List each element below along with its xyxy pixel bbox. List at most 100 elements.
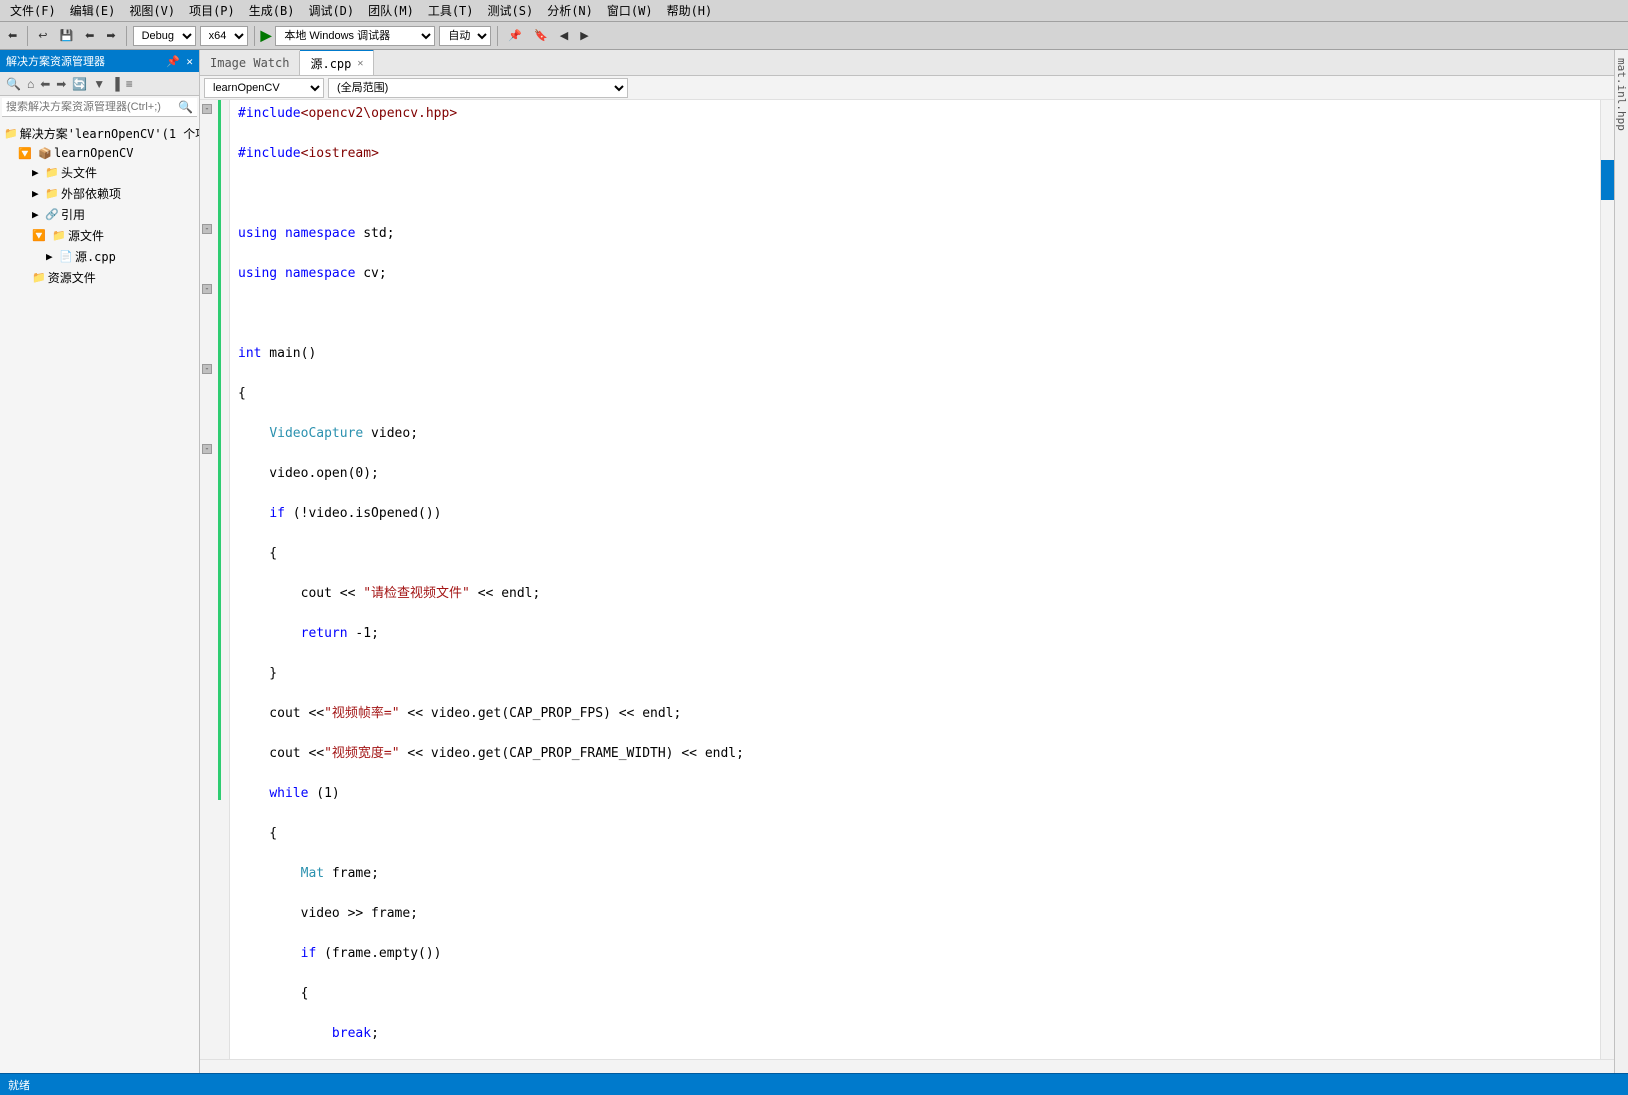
toolbar-sep-1	[27, 26, 28, 46]
run-target-dropdown[interactable]: 本地 Windows 调试器	[275, 26, 435, 46]
menu-debug[interactable]: 调试(D)	[302, 0, 360, 21]
menu-tools[interactable]: 工具(T)	[422, 0, 480, 21]
tab-close-icon[interactable]: ✕	[357, 58, 363, 69]
right-tab-area: mat.inl.hpp	[1614, 50, 1628, 1073]
main-layout: 解决方案资源管理器 📌 ✕ 🔍 ⌂ ⬅ ➡ 🔄 ▼ ▐ ≡ 🔍 📁 解决方案'l…	[0, 50, 1628, 1073]
change-indicator	[218, 100, 221, 800]
fold-4[interactable]: -	[202, 364, 212, 374]
external-deps-label: 外部依赖项	[61, 185, 121, 202]
run-button[interactable]: ▶	[261, 27, 272, 44]
source-folder-icon: 🔽 📁	[32, 229, 66, 242]
toolbar-forward[interactable]: ➡	[102, 27, 119, 44]
solution-panel: 解决方案资源管理器 📌 ✕ 🔍 ⌂ ⬅ ➡ 🔄 ▼ ▐ ≡ 🔍 📁 解决方案'l…	[0, 50, 200, 1073]
main-toolbar: ⬅ ↩ 💾 ⬅ ➡ Debug x64 ▶ 本地 Windows 调试器 自动 …	[0, 22, 1628, 50]
toolbar-btn-extra3[interactable]: ◀	[556, 27, 572, 44]
debug-mode-dropdown[interactable]: Debug	[133, 26, 196, 46]
panel-title: 解决方案资源管理器	[6, 53, 105, 69]
search-icon: 🔍	[178, 100, 193, 114]
auto-dropdown[interactable]: 自动	[439, 26, 491, 46]
tab-source-cpp-label: 源.cpp	[310, 55, 351, 72]
toolbar-btn-extra1[interactable]: 📌	[504, 27, 526, 44]
vertical-scrollbar[interactable]	[1600, 100, 1614, 1059]
fold-2[interactable]: -	[202, 224, 212, 234]
panel-tool-home[interactable]: ⌂	[25, 75, 36, 93]
res-folder-icon: 📁	[32, 271, 46, 284]
panel-tool-forward[interactable]: ➡	[54, 75, 68, 93]
toolbar-btn-extra2[interactable]: 🔖	[530, 27, 552, 44]
project-icon: 🔽 📦	[18, 147, 52, 160]
status-text: 就绪	[8, 1077, 30, 1093]
horizontal-scrollbar[interactable]	[200, 1059, 1614, 1073]
status-bar: 就绪	[0, 1073, 1628, 1095]
mat-inl-tab[interactable]: mat.inl.hpp	[1615, 58, 1628, 131]
menu-file[interactable]: 文件(F)	[4, 0, 62, 21]
toolbar-undo[interactable]: ↩	[34, 27, 51, 44]
menu-build[interactable]: 生成(B)	[243, 0, 301, 21]
tab-image-watch-label: Image Watch	[210, 56, 289, 70]
code-container: - - - - - #include<opencv2\opencv.hpp> #…	[200, 100, 1614, 1059]
menu-help[interactable]: 帮助(H)	[661, 0, 719, 21]
external-deps-node[interactable]: ▶ 📁 外部依赖项	[0, 183, 199, 204]
search-input[interactable]	[6, 101, 178, 113]
references-label: 引用	[61, 206, 85, 223]
scrollbar-thumb[interactable]	[1601, 160, 1614, 200]
tab-image-watch[interactable]: Image Watch	[200, 51, 300, 75]
toolbar-sep-2	[126, 26, 127, 46]
source-files-label: 源文件	[68, 227, 104, 244]
fold-1[interactable]: -	[202, 104, 212, 114]
resource-files-node[interactable]: 📁 资源文件	[0, 267, 199, 288]
panel-tool-search[interactable]: 🔍	[4, 75, 23, 93]
menu-team[interactable]: 团队(M)	[362, 0, 420, 21]
panel-tool-sync[interactable]: 🔄	[70, 75, 89, 93]
editor-toolbar: learnOpenCV (全局范围)	[200, 76, 1614, 100]
panel-header: 解决方案资源管理器 📌 ✕	[0, 50, 199, 72]
toolbar-sep-4	[497, 26, 498, 46]
code-editor[interactable]: #include<opencv2\opencv.hpp> #include<io…	[230, 100, 1600, 1059]
search-bar: 🔍	[2, 98, 197, 117]
scope-dropdown[interactable]: (全局范围)	[328, 78, 628, 98]
solution-label: 解决方案'learnOpenCV'(1 个项目)	[20, 125, 199, 142]
cpp-icon: ▶ 📄	[46, 250, 73, 263]
folder-icon: ▶ 📁	[32, 166, 59, 179]
menu-analyze[interactable]: 分析(N)	[541, 0, 599, 21]
toolbar-sep-3	[254, 26, 255, 46]
file-dropdown[interactable]: learnOpenCV	[204, 78, 324, 98]
references-node[interactable]: ▶ 🔗 引用	[0, 204, 199, 225]
folder-icon2: ▶ 📁	[32, 187, 59, 200]
project-node[interactable]: 🔽 📦 learnOpenCV	[0, 144, 199, 162]
panel-toolbar: 🔍 ⌂ ⬅ ➡ 🔄 ▼ ▐ ≡	[0, 72, 199, 96]
toolbar-btn-1[interactable]: ⬅	[4, 27, 21, 44]
panel-tool-menu[interactable]: ≡	[124, 75, 135, 93]
header-files-node[interactable]: ▶ 📁 头文件	[0, 162, 199, 183]
panel-pin-icon[interactable]: 📌 ✕	[166, 55, 193, 68]
solution-root[interactable]: 📁 解决方案'learnOpenCV'(1 个项目)	[0, 123, 199, 144]
project-name: learnOpenCV	[54, 146, 133, 160]
menu-test[interactable]: 测试(S)	[482, 0, 540, 21]
source-files-node[interactable]: 🔽 📁 源文件	[0, 225, 199, 246]
ref-icon: ▶ 🔗	[32, 208, 59, 221]
fold-5[interactable]: -	[202, 444, 212, 454]
resource-files-label: 资源文件	[48, 269, 96, 286]
source-cpp-label: 源.cpp	[75, 248, 116, 265]
menu-edit[interactable]: 编辑(E)	[64, 0, 122, 21]
toolbar-btn-extra4[interactable]: ▶	[576, 27, 592, 44]
tab-source-cpp[interactable]: 源.cpp ✕	[300, 50, 374, 75]
menu-project[interactable]: 项目(P)	[183, 0, 241, 21]
toolbar-save[interactable]: 💾	[55, 27, 77, 44]
platform-dropdown[interactable]: x64	[200, 26, 248, 46]
source-cpp-node[interactable]: ▶ 📄 源.cpp	[0, 246, 199, 267]
panel-tool-back[interactable]: ⬅	[38, 75, 52, 93]
content-area: Image Watch 源.cpp ✕ learnOpenCV (全局范围) -…	[200, 50, 1614, 1073]
fold-3[interactable]: -	[202, 284, 212, 294]
toolbar-back[interactable]: ⬅	[81, 27, 98, 44]
menu-bar: 文件(F) 编辑(E) 视图(V) 项目(P) 生成(B) 调试(D) 团队(M…	[0, 0, 1628, 22]
code-gutter: - - - - -	[200, 100, 230, 1059]
tab-bar: Image Watch 源.cpp ✕	[200, 50, 1614, 76]
solution-icon: 📁	[4, 127, 18, 140]
panel-tool-collapse[interactable]: ▐	[109, 75, 122, 93]
menu-window[interactable]: 窗口(W)	[601, 0, 659, 21]
solution-tree: 📁 解决方案'learnOpenCV'(1 个项目) 🔽 📦 learnOpen…	[0, 119, 199, 1073]
panel-tool-filter[interactable]: ▼	[91, 75, 107, 93]
header-files-label: 头文件	[61, 164, 97, 181]
menu-view[interactable]: 视图(V)	[123, 0, 181, 21]
